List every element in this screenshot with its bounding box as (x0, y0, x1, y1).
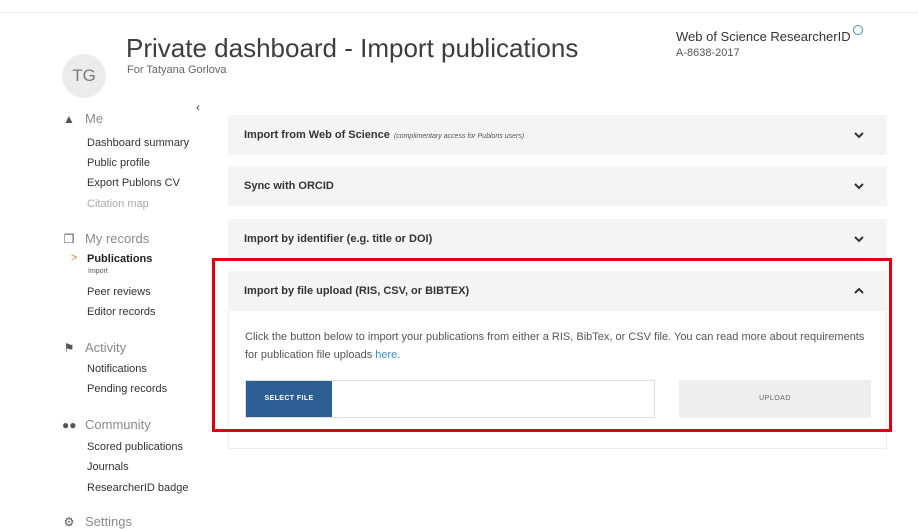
person-icon: ▲ (63, 112, 75, 126)
file-upload-instructions: Click the button below to import your pu… (245, 328, 865, 364)
file-upload-panel-body: Click the button below to import your pu… (228, 311, 887, 449)
panel-title-text: Sync with ORCID (244, 180, 334, 192)
sidebar-item-journals[interactable]: Journals (87, 461, 129, 473)
sidebar-section-label: Settings (85, 514, 132, 529)
sidebar-item-dashboard-summary[interactable]: Dashboard summary (87, 137, 189, 149)
panel-import-identifier[interactable]: Import by identifier (e.g. title or DOI) (228, 219, 887, 259)
panel-title: Import from Web of Science (complimentary… (244, 115, 524, 157)
records-icon: ❐ (63, 232, 75, 246)
instructions-text: Click the button below to import your pu… (245, 331, 865, 361)
chevron-down-icon (854, 236, 864, 243)
sidebar-section-me: ▲ Me (62, 111, 103, 126)
instructions-end: . (397, 349, 401, 361)
panel-title-text: Import from Web of Science (244, 129, 390, 141)
panel-note: (complimentary access for Publons users) (393, 133, 525, 140)
sidebar-section-label: Activity (85, 340, 127, 355)
panel-import-file[interactable]: Import by file upload (RIS, CSV, or BIBT… (228, 271, 887, 311)
panel-title: Import by identifier (e.g. title or DOI) (244, 219, 432, 259)
sidebar-section-records: ❐ My records (62, 231, 150, 246)
select-file-button[interactable]: SELECT FILE (246, 381, 332, 417)
chevron-down-icon (854, 183, 864, 190)
sidebar-section-label: Community (85, 417, 151, 432)
sidebar-item-editor-records[interactable]: Editor records (87, 306, 155, 318)
panel-title-text: Import by identifier (e.g. title or DOI) (244, 233, 433, 245)
sidebar-section-label: Me (85, 111, 104, 126)
external-link-icon (852, 25, 863, 35)
sidebar-section-settings[interactable]: ⚙ Settings (62, 514, 132, 529)
sidebar-item-scored-publications[interactable]: Scored publications (87, 441, 183, 453)
page-subtitle: For Tatyana Gorlova (127, 64, 227, 76)
sidebar-subitem-import[interactable]: Import (88, 268, 108, 275)
sidebar-item-publications[interactable]: Publications (87, 253, 152, 265)
chevron-down-icon (854, 132, 864, 139)
requirements-link[interactable]: here (375, 349, 397, 361)
sidebar-item-pending-records[interactable]: Pending records (87, 383, 167, 395)
chevron-up-icon (854, 287, 864, 294)
sidebar-item-citation-map[interactable]: Citation map (87, 198, 149, 210)
gear-icon: ⚙ (63, 515, 75, 529)
researcher-id-label: Web of Science ResearcherID (676, 29, 851, 44)
sidebar-section-community: ●● Community (62, 417, 151, 432)
researcher-id-link[interactable]: Web of Science ResearcherID (676, 25, 863, 44)
panel-sync-orcid[interactable]: Sync with ORCID (228, 166, 887, 206)
sidebar-section-activity: ⚑ Activity (62, 340, 127, 355)
panel-title: Import by file upload (RIS, CSV, or BIBT… (244, 271, 469, 311)
avatar: TG (62, 54, 106, 98)
sidebar-section-label: My records (85, 231, 150, 246)
page-title: Private dashboard - Import publications (126, 33, 579, 63)
panel-title: Sync with ORCID (244, 166, 334, 206)
top-divider (0, 12, 918, 13)
panel-import-wos[interactable]: Import from Web of Science (complimentary… (228, 115, 887, 155)
flag-icon: ⚑ (63, 341, 75, 355)
group-icon: ●● (62, 418, 77, 432)
panel-title-text: Import by file upload (RIS, CSV, or BIBT… (244, 285, 470, 297)
file-input-group[interactable]: SELECT FILE (245, 380, 655, 418)
sidebar-item-export-cv[interactable]: Export Publons CV (87, 177, 180, 189)
upload-button[interactable]: UPLOAD (679, 380, 871, 418)
sidebar-item-researcherid-badge[interactable]: ResearcherID badge (87, 482, 189, 494)
sidebar-collapse-button[interactable]: ‹ (196, 100, 200, 114)
sidebar-item-public-profile[interactable]: Public profile (87, 157, 150, 169)
researcher-id-value: A-8638-2017 (676, 47, 740, 59)
active-marker-icon: > (71, 252, 78, 264)
sidebar-item-peer-reviews[interactable]: Peer reviews (87, 286, 151, 298)
sidebar-item-notifications[interactable]: Notifications (87, 363, 147, 375)
